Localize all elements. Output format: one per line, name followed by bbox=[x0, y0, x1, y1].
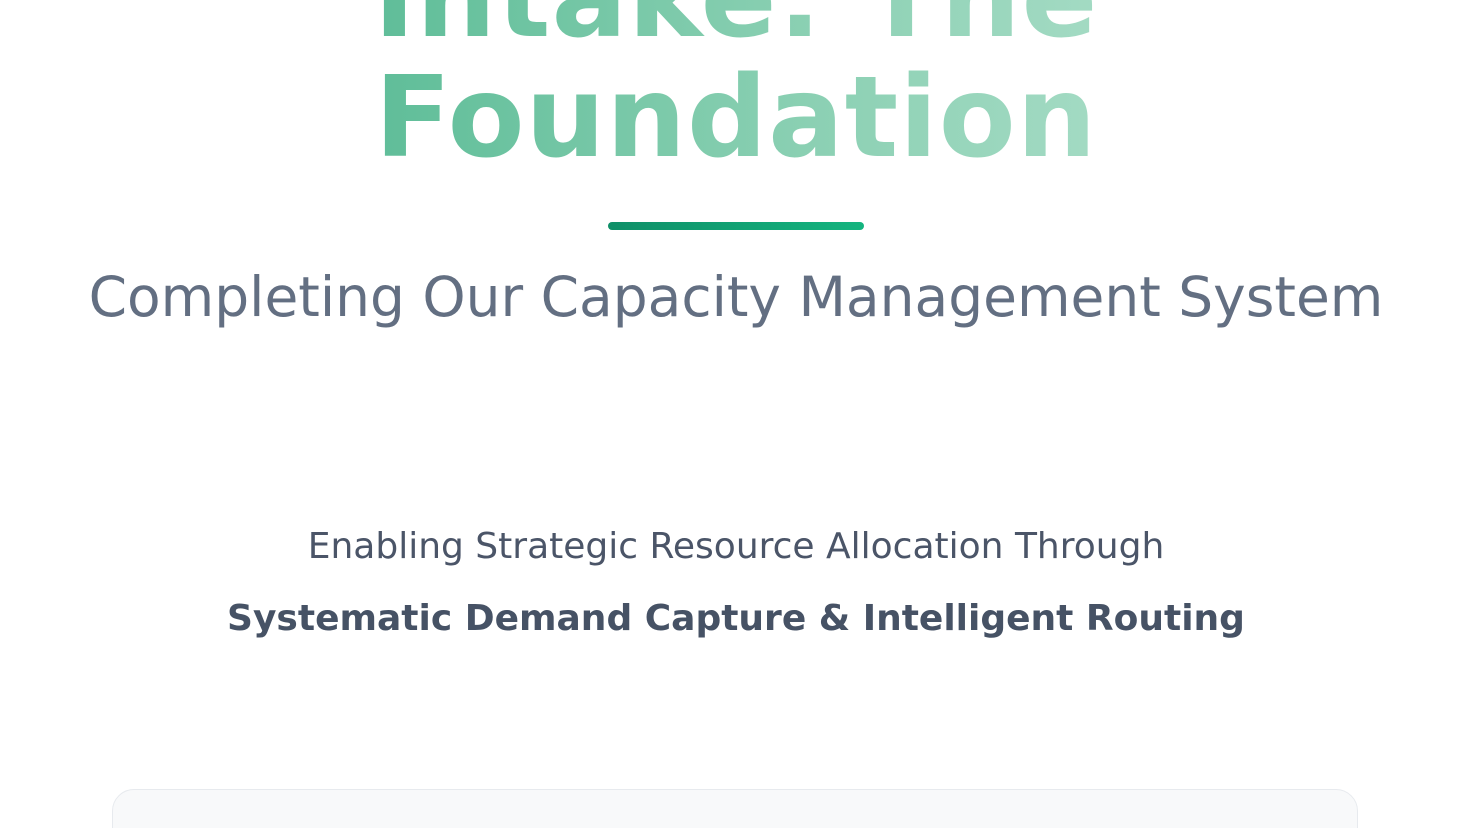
page-subtitle: Completing Our Capacity Management Syste… bbox=[88, 265, 1384, 329]
content-card bbox=[112, 789, 1358, 828]
tagline-line-2: Systematic Demand Capture & Intelligent … bbox=[227, 598, 1245, 639]
hero-title-line-2: Foundation bbox=[0, 62, 1472, 174]
accent-divider bbox=[608, 222, 864, 230]
hero-title-line-1: Intake: The bbox=[0, 0, 1472, 54]
slide: Intake: The Foundation Completing Our Ca… bbox=[0, 0, 1472, 828]
tagline-line-1: Enabling Strategic Resource Allocation T… bbox=[307, 526, 1165, 567]
